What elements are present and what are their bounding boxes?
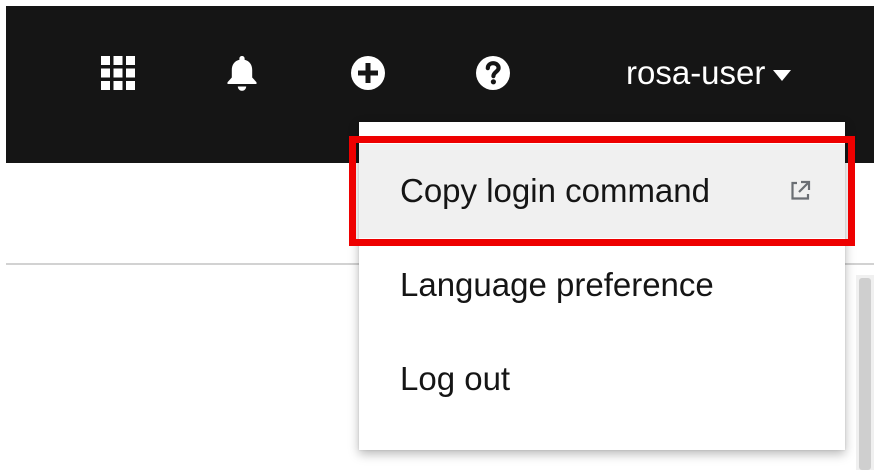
username-label: rosa-user — [626, 54, 766, 91]
menu-item-label: Language preference — [400, 266, 714, 303]
menu-item-label: Log out — [400, 360, 511, 397]
bell-icon — [225, 54, 259, 92]
user-menu-toggle[interactable]: rosa-user — [626, 51, 792, 95]
user-dropdown-menu: Copy login command Language preference L… — [349, 122, 855, 450]
quick-create-button[interactable] — [346, 51, 390, 95]
external-link-icon — [787, 178, 813, 204]
language-preference-item[interactable]: Language preference — [359, 238, 845, 332]
copy-login-command-item[interactable]: Copy login command — [349, 136, 855, 246]
plus-circle-icon — [350, 55, 386, 91]
scrollbar-thumb[interactable] — [859, 278, 871, 470]
help-button[interactable] — [471, 51, 515, 95]
menu-item-label: Copy login command — [400, 172, 710, 209]
log-out-item[interactable]: Log out — [359, 332, 845, 426]
application-launcher-button[interactable] — [96, 51, 140, 95]
apps-grid-icon — [101, 56, 135, 90]
question-circle-icon — [475, 55, 511, 91]
notifications-button[interactable] — [220, 51, 264, 95]
caret-down-icon — [773, 69, 792, 81]
